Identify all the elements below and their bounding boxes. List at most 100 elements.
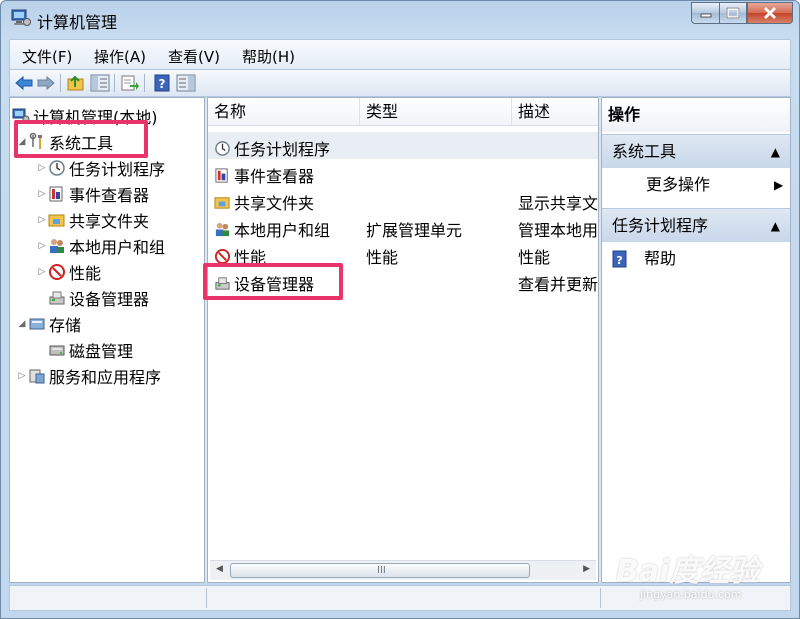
menu-view[interactable]: 查看(V)	[168, 46, 220, 67]
action-label: 帮助	[644, 249, 677, 268]
menu-help[interactable]: 帮助(H)	[242, 46, 295, 67]
maximize-icon	[726, 7, 740, 19]
window-controls	[691, 2, 793, 24]
show-hide-action-pane-icon[interactable]	[176, 74, 196, 92]
storage-icon	[29, 318, 45, 330]
tree-item-event-viewer[interactable]: ▷ 事件查看器	[36, 182, 149, 206]
list-row-local-users-groups[interactable]: 本地用户和组 扩展管理单元 管理本地用	[208, 213, 598, 240]
collapse-caret-icon[interactable]: ▲	[771, 209, 780, 243]
row-type: 性能	[366, 248, 399, 267]
list-row-shared-folders[interactable]: 共享文件夹 显示共享文	[208, 186, 599, 213]
export-list-icon[interactable]	[120, 74, 140, 92]
actions-pane: 操作 系统工具 ▲ 更多操作 ▶ 任务计划程序 ▲ ? 帮助	[601, 97, 791, 583]
row-name: 本地用户和组	[234, 221, 331, 240]
action-section-label: 系统工具	[612, 142, 677, 161]
collapsed-arrow-icon[interactable]: ▷	[36, 241, 48, 251]
help-icon[interactable]: ?	[152, 74, 172, 92]
show-hide-tree-icon[interactable]	[90, 74, 110, 92]
menu-file[interactable]: 文件(F)	[22, 46, 72, 67]
tree-item-label: 设备管理器	[69, 290, 150, 309]
users-icon	[50, 239, 64, 253]
scroll-right-icon[interactable]: ▶	[583, 564, 590, 574]
collapsed-arrow-icon[interactable]: ▷	[36, 163, 48, 173]
action-help[interactable]: ? 帮助	[612, 246, 676, 272]
help-icon: ?	[612, 250, 627, 268]
tree-item-label: 磁盘管理	[69, 342, 134, 361]
tree-item-label: 本地用户和组	[69, 238, 166, 257]
action-section-label: 任务计划程序	[612, 216, 709, 235]
forward-arrow-icon[interactable]	[36, 74, 56, 92]
minimize-button[interactable]	[691, 2, 719, 24]
action-label: 更多操作	[646, 175, 711, 194]
maximize-button[interactable]	[719, 2, 747, 24]
event-viewer-icon	[215, 167, 228, 183]
services-icon	[29, 369, 45, 384]
tree-item-performance[interactable]: ▷ 性能	[36, 260, 101, 284]
column-header-name[interactable]: 名称	[208, 98, 360, 126]
highlight-system-tools	[14, 120, 148, 158]
clock-icon	[49, 160, 65, 176]
menu-action[interactable]: 操作(A)	[94, 46, 146, 67]
scroll-left-icon[interactable]: ◀	[216, 564, 223, 574]
tree-item-shared-folders[interactable]: ▷ 共享文件夹	[36, 208, 149, 232]
event-viewer-icon	[49, 186, 63, 202]
up-folder-icon[interactable]	[66, 74, 86, 92]
watermark-url: jingyan.baidu.com	[640, 588, 742, 601]
results-list: 名称 类型 描述 任务计划程序 事件查看器 共享文件夹 显示共享文 本地用户和组…	[207, 97, 599, 583]
scrollbar-thumb[interactable]: III	[230, 563, 530, 578]
tree-item-storage[interactable]: ◢ 存储	[16, 312, 81, 336]
computer-management-window: 计算机管理 文件(F) 操作(A) 查看(V) 帮助(H) ? 计算机管理(本地…	[0, 0, 800, 619]
title-bar[interactable]: 计算机管理	[1, 1, 799, 37]
disk-icon	[49, 345, 65, 356]
shared-folder-icon	[48, 214, 65, 227]
list-row-event-viewer[interactable]: 事件查看器	[208, 159, 598, 186]
horizontal-scrollbar[interactable]: ◀ III ▶	[210, 560, 596, 580]
submenu-arrow-icon[interactable]: ▶	[774, 172, 783, 198]
action-section-system-tools[interactable]: 系统工具 ▲	[602, 134, 790, 168]
tree-item-local-users-groups[interactable]: ▷ 本地用户和组	[36, 234, 165, 258]
row-name: 共享文件夹	[234, 194, 315, 213]
content-area: 计算机管理(本地) ◢ 系统工具 ▷ 任务计划程序 ▷ 事件查看器 ▷ 共享文件…	[9, 97, 791, 583]
status-divider	[600, 588, 601, 608]
baidu-jingyan-watermark: Bai度经验 jingyan.baidu.com	[612, 532, 792, 612]
column-header-description[interactable]: 描述	[512, 98, 598, 126]
tree-item-label: 事件查看器	[69, 186, 150, 205]
minimize-icon	[700, 13, 711, 18]
toolbar: ?	[9, 69, 791, 97]
row-name: 事件查看器	[234, 167, 315, 186]
svg-text:?: ?	[159, 77, 166, 91]
collapsed-arrow-icon[interactable]: ▷	[16, 371, 28, 381]
row-description: 查看并更新	[518, 275, 599, 294]
tree-item-label: 任务计划程序	[69, 160, 166, 179]
collapsed-arrow-icon[interactable]: ▷	[36, 267, 48, 277]
action-more-actions[interactable]: 更多操作	[646, 172, 710, 198]
row-name: 任务计划程序	[234, 140, 331, 159]
tree-item-label: 存储	[49, 316, 82, 335]
svg-text:?: ?	[616, 254, 622, 267]
column-header-type[interactable]: 类型	[360, 98, 512, 126]
tree-item-label: 性能	[69, 264, 102, 283]
menu-bar: 文件(F) 操作(A) 查看(V) 帮助(H)	[9, 39, 791, 69]
collapsed-arrow-icon[interactable]: ▷	[36, 215, 48, 225]
tree-item-label: 共享文件夹	[69, 212, 150, 231]
tree-item-disk-management[interactable]: 磁盘管理	[48, 338, 133, 362]
close-button[interactable]	[747, 2, 793, 24]
expanded-arrow-icon[interactable]: ◢	[16, 319, 28, 329]
list-header: 名称 类型 描述	[208, 98, 598, 126]
tree-item-services-applications[interactable]: ▷ 服务和应用程序	[16, 364, 161, 388]
tree-item-device-manager[interactable]: 设备管理器	[48, 286, 149, 310]
action-section-task-scheduler[interactable]: 任务计划程序 ▲	[602, 208, 790, 242]
close-icon	[764, 7, 776, 19]
back-arrow-icon[interactable]	[14, 74, 34, 92]
tree-item-label: 服务和应用程序	[49, 368, 162, 387]
users-icon	[215, 222, 230, 236]
clock-icon	[215, 140, 230, 156]
collapse-caret-icon[interactable]: ▲	[771, 135, 780, 169]
row-description: 显示共享文	[518, 194, 599, 213]
toolbar-separator	[144, 74, 145, 92]
toolbar-separator	[114, 74, 115, 92]
list-row-task-scheduler[interactable]: 任务计划程序	[208, 132, 598, 159]
performance-icon	[49, 264, 65, 280]
tree-item-task-scheduler[interactable]: ▷ 任务计划程序	[36, 156, 165, 180]
collapsed-arrow-icon[interactable]: ▷	[36, 189, 48, 199]
